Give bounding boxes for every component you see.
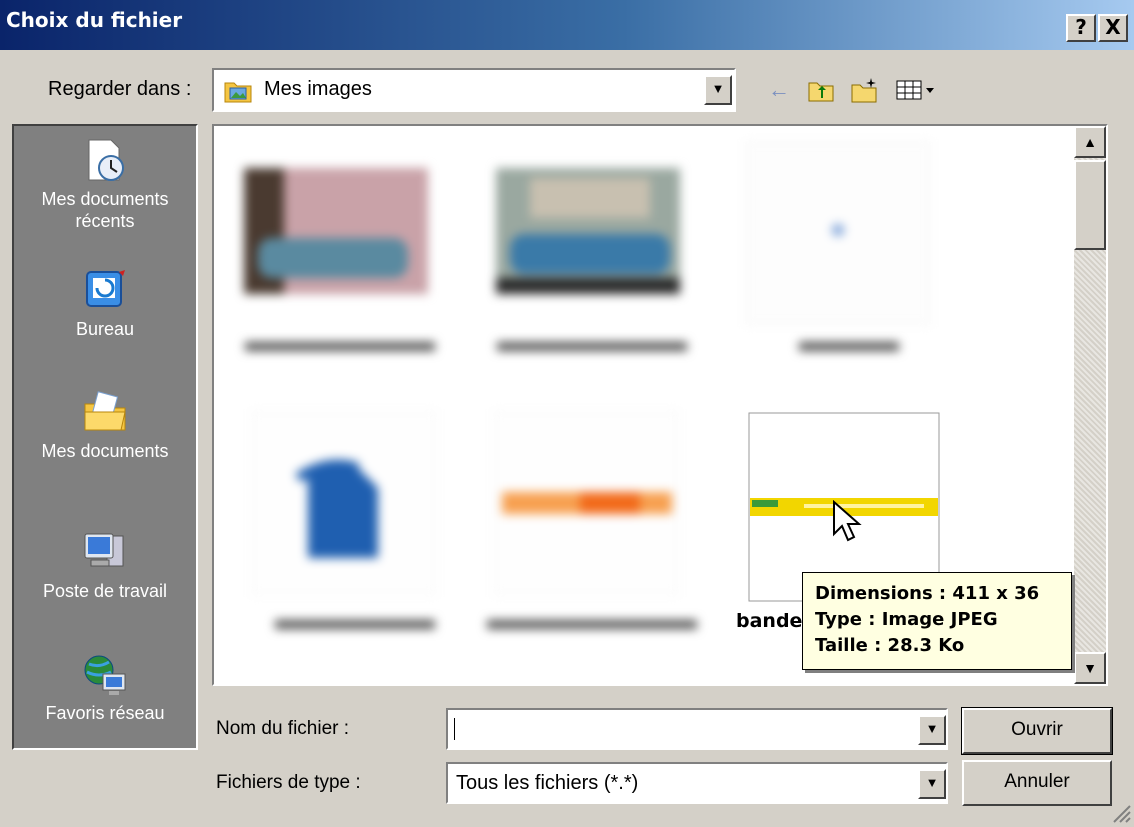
open-button[interactable]: Ouvrir <box>961 707 1113 755</box>
blurred-label-icon <box>487 620 697 629</box>
recent-documents-icon <box>88 139 124 181</box>
photo-thumbnail-icon <box>496 168 680 294</box>
banner-thumbnail-icon <box>493 411 679 595</box>
window-title: Choix du fichier <box>6 8 183 32</box>
places-bar: Mes documents récents Bureau Mes documen… <box>12 124 198 750</box>
place-recent-documents[interactable]: Mes documents récents <box>14 136 196 232</box>
file-label <box>472 338 702 359</box>
view-menu-button[interactable] <box>894 74 944 106</box>
look-in-dropdown-button[interactable]: ▼ <box>704 75 732 105</box>
scroll-up-button[interactable]: ▲ <box>1074 126 1106 158</box>
place-network[interactable]: Favoris réseau <box>14 650 196 724</box>
filetype-value: Tous les fichiers (*.*) <box>456 772 639 794</box>
title-bar[interactable]: Choix du fichier ? X <box>0 0 1134 50</box>
vertical-scrollbar[interactable]: ▲ ▼ <box>1074 126 1106 684</box>
my-documents-icon <box>84 391 126 431</box>
blurred-label-icon <box>497 342 687 351</box>
tooltip-type: Type : Image JPEG <box>815 609 998 630</box>
filetype-label: Fichiers de type : <box>216 772 361 793</box>
photo-thumbnail-icon <box>244 168 428 294</box>
blurred-label-icon <box>275 620 435 629</box>
place-my-computer[interactable]: Poste de travail <box>14 528 196 602</box>
document-thumbnail-icon <box>251 411 437 595</box>
blurred-label-icon <box>245 342 435 351</box>
file-label <box>472 616 702 637</box>
file-thumbnail[interactable] <box>238 138 430 328</box>
place-label: Bureau <box>75 319 135 339</box>
filetype-select[interactable]: Tous les fichiers (*.*) ▼ <box>446 762 948 804</box>
chevron-down-icon: ▼ <box>925 775 939 790</box>
file-label-selected[interactable]: bande <box>736 610 802 632</box>
tooltip-dimensions: Dimensions : 411 x 36 <box>815 583 1040 604</box>
chevron-down-icon: ▼ <box>711 81 725 96</box>
scroll-thumb[interactable] <box>1074 160 1106 250</box>
new-folder-icon <box>851 78 877 103</box>
look-in-label: Regarder dans : <box>48 78 192 100</box>
blurred-label-icon <box>799 342 899 351</box>
file-thumbnail[interactable] <box>490 138 682 328</box>
file-thumbnail[interactable] <box>248 408 440 598</box>
image-thumbnail-icon <box>745 141 931 325</box>
network-places-icon <box>84 655 126 695</box>
up-folder-icon <box>808 82 834 102</box>
place-my-documents[interactable]: Mes documents <box>14 388 196 462</box>
filetype-dropdown-button[interactable]: ▼ <box>918 769 946 799</box>
scroll-down-button[interactable]: ▼ <box>1074 652 1106 684</box>
place-label: Poste de travail <box>42 581 168 601</box>
filename-dropdown-button[interactable]: ▼ <box>918 715 946 745</box>
close-button[interactable]: X <box>1098 14 1128 42</box>
my-pictures-folder-icon <box>224 82 252 103</box>
file-label <box>220 338 450 359</box>
file-thumbnail[interactable] <box>490 408 682 598</box>
text-caret <box>454 718 455 740</box>
filename-label: Nom du fichier : <box>216 718 350 739</box>
help-button[interactable]: ? <box>1066 14 1096 42</box>
up-folder-button[interactable] <box>806 74 836 106</box>
place-desktop[interactable]: Bureau <box>14 266 196 340</box>
chevron-down-icon: ▼ <box>925 721 939 736</box>
view-menu-icon <box>896 80 934 100</box>
back-button[interactable]: ← <box>764 74 794 106</box>
file-info-tooltip: Dimensions : 411 x 36 Type : Image JPEG … <box>802 572 1072 670</box>
new-folder-button[interactable] <box>850 74 880 106</box>
my-computer-icon <box>84 533 124 567</box>
file-thumbnail[interactable] <box>742 138 934 328</box>
desktop-icon <box>86 270 125 307</box>
filename-input[interactable]: ▼ <box>446 708 948 750</box>
file-label <box>724 338 954 359</box>
place-label: Mes documents récents <box>41 189 169 231</box>
chevron-down-icon: ▼ <box>1083 660 1097 676</box>
place-label: Mes documents <box>41 441 169 461</box>
mouse-cursor-icon <box>833 500 862 542</box>
resize-grip-icon[interactable] <box>1108 800 1132 824</box>
file-label <box>230 616 460 637</box>
back-arrow-icon: ← <box>768 77 790 102</box>
look-in-value: Mes images <box>264 78 372 100</box>
look-in-dropdown[interactable]: Mes images ▼ <box>212 68 736 112</box>
chevron-up-icon: ▲ <box>1083 134 1097 150</box>
place-label: Favoris réseau <box>45 703 165 723</box>
tooltip-size: Taille : 28.3 Ko <box>815 635 965 656</box>
cancel-button[interactable]: Annuler <box>962 760 1112 806</box>
